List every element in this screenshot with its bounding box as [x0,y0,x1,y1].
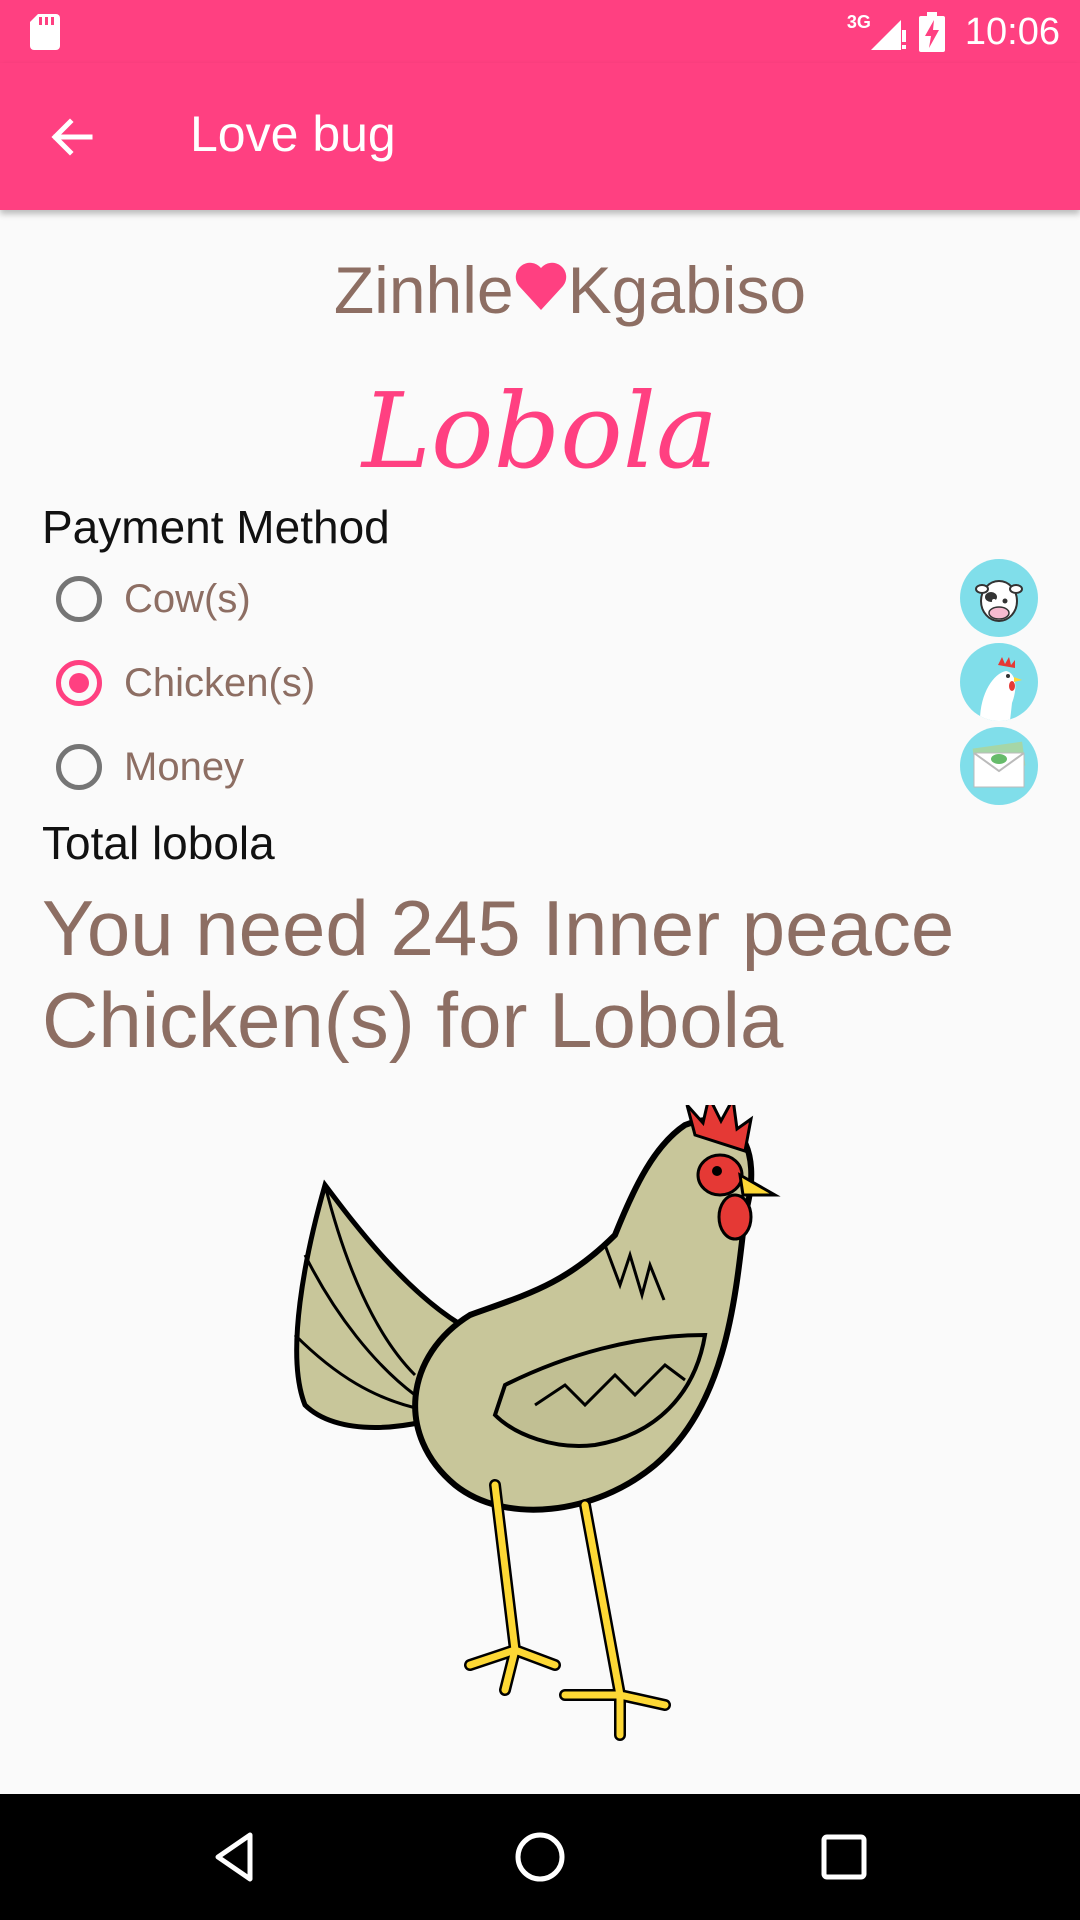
cow-icon[interactable] [960,559,1038,637]
chicken-icon[interactable] [960,643,1038,721]
status-bar: 3G 10:06 [0,0,1080,63]
radio-button[interactable] [56,660,102,706]
total-lobola-label: Total lobola [42,817,275,869]
navigation-bar [0,1794,1080,1920]
radio-button[interactable] [56,744,102,790]
page-title: Lobola [361,370,719,492]
network-type-label: 3G [846,12,871,32]
radio-button[interactable] [56,576,102,622]
lobola-result-text: You need 245 Inner peace Chicken(s) for … [42,884,955,1064]
money-envelope-icon[interactable] [960,727,1038,805]
heart-icon [515,262,566,310]
partner2-name: Kgabiso [567,253,807,327]
partner1-name: Zinhle [333,253,514,327]
signal-icon [870,20,906,50]
battery-charging-icon [918,12,945,52]
radio-label: Money [124,744,245,789]
status-time: 10:06 [964,10,1060,53]
app-bar: Love bug [0,63,1080,210]
radio-option-money[interactable]: Money [56,732,244,802]
radio-option-cows[interactable]: Cow(s) [56,564,251,634]
back-arrow-icon[interactable] [42,107,102,167]
couple-names: Zinhle Kgabiso [0,252,1080,328]
nav-recents-icon[interactable] [814,1827,874,1887]
radio-label: Chicken(s) [124,660,316,705]
nav-home-icon[interactable] [510,1827,570,1887]
radio-option-chickens[interactable]: Chicken(s) [56,648,315,718]
sd-card-icon [30,14,60,50]
payment-method-label: Payment Method [42,501,390,553]
app-bar-title: Love bug [190,106,396,162]
chicken-illustration [293,1105,781,1741]
nav-back-icon[interactable] [206,1827,266,1887]
radio-label: Cow(s) [124,576,251,621]
